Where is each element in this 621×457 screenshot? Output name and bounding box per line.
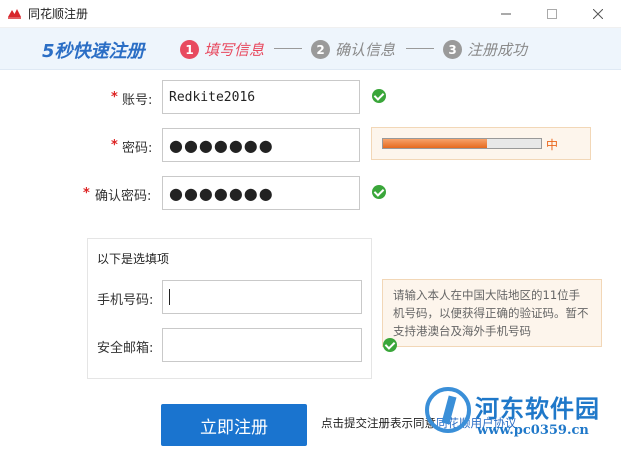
step-number: 3 bbox=[443, 40, 462, 59]
email-input[interactable] bbox=[162, 328, 362, 362]
password-strength-box: 中 bbox=[371, 127, 591, 160]
tip-check-icon bbox=[383, 338, 397, 352]
minimize-button[interactable] bbox=[483, 0, 529, 28]
step-fill-info: 1 填写信息 bbox=[180, 39, 264, 60]
step-bar: 5秒快速注册 1 填写信息 2 确认信息 3 注册成功 bbox=[0, 28, 621, 70]
email-label: 安全邮箱: bbox=[97, 341, 154, 356]
title-bar: 同花顺注册 bbox=[0, 0, 621, 28]
account-ok-icon bbox=[372, 89, 386, 103]
window-title: 同花顺注册 bbox=[28, 7, 89, 21]
password-label: 密码: bbox=[122, 141, 153, 156]
phone-label: 手机号码: bbox=[97, 293, 154, 308]
maximize-icon bbox=[547, 9, 557, 19]
step-connector bbox=[406, 48, 434, 49]
step-number: 2 bbox=[311, 40, 330, 59]
step-register-success: 3 注册成功 bbox=[443, 39, 527, 60]
step-number: 1 bbox=[180, 40, 199, 59]
phone-tip: 请输入本人在中国大陆地区的11位手机号码，以便获得正确的验证码。暂不支持港澳台及… bbox=[382, 279, 602, 347]
optional-section-title: 以下是选填项 bbox=[97, 252, 170, 266]
brand-slogan: 5秒快速注册 bbox=[42, 41, 145, 62]
step-connector bbox=[274, 48, 302, 49]
minimize-icon bbox=[501, 13, 511, 15]
password-input[interactable]: ●●●●●●● bbox=[162, 128, 360, 162]
step-label: 填写信息 bbox=[204, 41, 265, 59]
password-strength-meter bbox=[382, 138, 542, 149]
watermark-logo-icon bbox=[425, 387, 471, 433]
phone-input[interactable] bbox=[162, 280, 362, 314]
maximize-button[interactable] bbox=[529, 0, 575, 28]
confirm-password-input[interactable]: ●●●●●●● bbox=[162, 176, 360, 210]
account-input[interactable]: Redkite2016 bbox=[162, 80, 360, 114]
required-mark: * bbox=[111, 90, 118, 105]
text-cursor bbox=[169, 289, 170, 305]
required-mark: * bbox=[83, 186, 90, 201]
required-mark: * bbox=[111, 138, 118, 153]
close-icon bbox=[593, 9, 603, 19]
step-label: 确认信息 bbox=[335, 41, 396, 59]
close-button[interactable] bbox=[575, 0, 621, 28]
site-watermark: 河东软件园 www.pc0359.cn bbox=[425, 387, 621, 447]
register-button[interactable]: 立即注册 bbox=[161, 404, 307, 446]
password-strength-fill bbox=[383, 139, 488, 148]
watermark-name: 河东软件园 bbox=[475, 394, 600, 423]
agreement-prefix: 点击提交注册表示同意 bbox=[321, 416, 436, 430]
app-logo-icon bbox=[6, 5, 23, 22]
confirm-ok-icon bbox=[372, 185, 386, 199]
watermark-url: www.pc0359.cn bbox=[477, 423, 589, 438]
account-label: 账号: bbox=[122, 93, 153, 108]
password-strength-label: 中 bbox=[546, 138, 559, 152]
confirm-password-label: 确认密码: bbox=[95, 189, 152, 204]
step-label: 注册成功 bbox=[467, 41, 528, 59]
step-confirm-info: 2 确认信息 bbox=[311, 39, 395, 60]
